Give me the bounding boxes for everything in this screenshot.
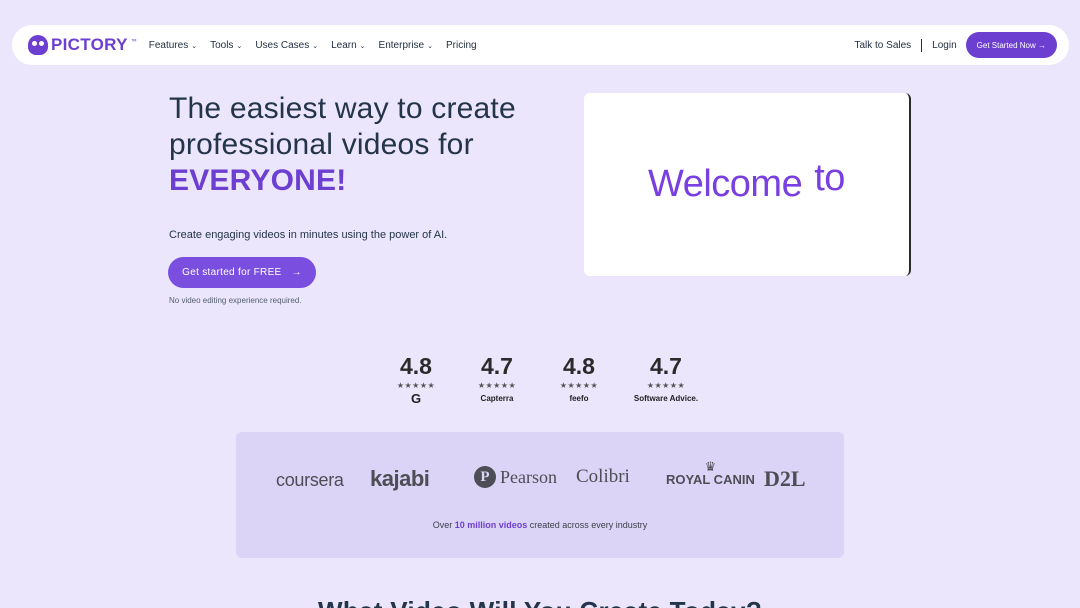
- capterra-logo: Capterra: [480, 394, 514, 403]
- brands-panel: coursera kajabi P Pearson Colibri ♛ ROYA…: [236, 432, 844, 558]
- nav-divider: [921, 38, 923, 52]
- menu-use-cases[interactable]: Uses Cases ⌄: [255, 40, 318, 51]
- chevron-down-icon: ⌄: [191, 43, 198, 50]
- hero-headline: The easiest way to create professional v…: [169, 91, 569, 199]
- star-icons: ★★★★★: [396, 381, 436, 390]
- menu-tools[interactable]: Tools ⌄: [210, 40, 242, 51]
- star-icons: ★★★★★: [646, 381, 686, 390]
- d2l-logo: D2L: [764, 466, 806, 491]
- octopus-logo-icon: [28, 35, 48, 55]
- kajabi-logo: kajabi: [370, 466, 430, 491]
- royal-canin-logo-text: ROYAL CANIN: [666, 472, 755, 487]
- stat-highlight: 10 million videos: [454, 520, 528, 530]
- video-word-2: to: [814, 157, 845, 199]
- get-started-free-button[interactable]: Get started for FREE →: [168, 257, 316, 288]
- stat-prefix: Over: [432, 520, 455, 530]
- chevron-down-icon: ⌄: [359, 43, 366, 50]
- rating-software-advice: 4.7 ★★★★★ Software Advice.: [626, 352, 706, 404]
- top-nav: PICTORY ™ Features ⌄ Tools ⌄ Uses Cases …: [12, 25, 1069, 65]
- menu-pricing[interactable]: Pricing: [446, 40, 477, 51]
- rating-capterra: 4.7 ★★★★★ Capterra: [457, 352, 537, 404]
- chevron-down-icon: ⌄: [312, 43, 319, 50]
- rating-score: 4.7: [481, 353, 513, 379]
- menu-enterprise-label: Enterprise: [378, 39, 425, 51]
- rating-score: 4.7: [650, 353, 682, 379]
- software-advice-logo: Software Advice.: [633, 394, 699, 403]
- rating-feefo: 4.8 ★★★★★ feefo: [539, 352, 619, 404]
- arrow-right-icon: →: [291, 267, 302, 278]
- menu-learn[interactable]: Learn ⌄: [331, 40, 365, 51]
- pictory-logo[interactable]: PICTORY ™: [28, 35, 137, 55]
- main-menu: Features ⌄ Tools ⌄ Uses Cases ⌄ Learn ⌄ …: [149, 40, 490, 51]
- cta-note: No video editing experience required.: [169, 296, 302, 305]
- hero-video[interactable]: Welcome to: [584, 93, 911, 276]
- menu-pricing-label: Pricing: [446, 39, 477, 51]
- nav-actions: Talk to Sales Login Get Started Now →: [854, 32, 1057, 58]
- royal-canin-logo: ♛ ROYAL CANIN: [666, 460, 755, 486]
- get-started-now-button[interactable]: Get Started Now →: [965, 32, 1057, 58]
- rating-score: 4.8: [400, 353, 432, 379]
- menu-features[interactable]: Features ⌄: [149, 40, 197, 51]
- pearson-p-icon: P: [474, 466, 496, 488]
- headline-line-2: professional videos for: [169, 128, 474, 161]
- star-icons: ★★★★★: [559, 381, 599, 390]
- next-section-heading: What Video Will You Create Today?: [0, 596, 1080, 608]
- g2-logo-icon: G: [410, 391, 422, 406]
- logo-trademark: ™: [130, 39, 137, 45]
- chevron-down-icon: ⌄: [427, 43, 433, 50]
- hero-subline: Create engaging videos in minutes using …: [169, 229, 448, 241]
- pearson-logo: P Pearson: [474, 466, 557, 488]
- video-caption: Welcome to: [648, 157, 845, 206]
- login-link[interactable]: Login: [932, 40, 956, 51]
- menu-learn-label: Learn: [331, 39, 357, 51]
- chevron-down-icon: ⌄: [236, 43, 243, 50]
- menu-features-label: Features: [148, 39, 189, 51]
- menu-use-cases-label: Uses Cases: [255, 39, 310, 51]
- logo-text: PICTORY: [51, 35, 128, 54]
- headline-line-1: The easiest way to create: [169, 92, 516, 125]
- rating-score: 4.8: [563, 353, 595, 379]
- star-icons: ★★★★★: [477, 381, 517, 390]
- stat-suffix: created across every industry: [527, 520, 648, 530]
- coursera-logo: coursera: [276, 470, 344, 490]
- feefo-logo: feefo: [569, 394, 589, 403]
- ratings-row: 4.8 ★★★★★ G 4.7 ★★★★★ Capterra 4.8 ★★★★★…: [0, 352, 1080, 412]
- cta-label: Get started for FREE: [182, 267, 282, 278]
- video-count-stat: Over 10 million videos created across ev…: [236, 520, 844, 530]
- rating-g2: 4.8 ★★★★★ G: [376, 352, 456, 406]
- menu-tools-label: Tools: [210, 39, 234, 51]
- talk-to-sales-link[interactable]: Talk to Sales: [854, 40, 911, 51]
- colibri-logo: Colibri: [576, 466, 630, 487]
- pearson-logo-text: Pearson: [500, 466, 557, 487]
- video-word-1: Welcome: [648, 163, 803, 205]
- menu-enterprise[interactable]: Enterprise ⌄: [379, 40, 433, 51]
- headline-accent: EVERYONE!: [169, 164, 347, 197]
